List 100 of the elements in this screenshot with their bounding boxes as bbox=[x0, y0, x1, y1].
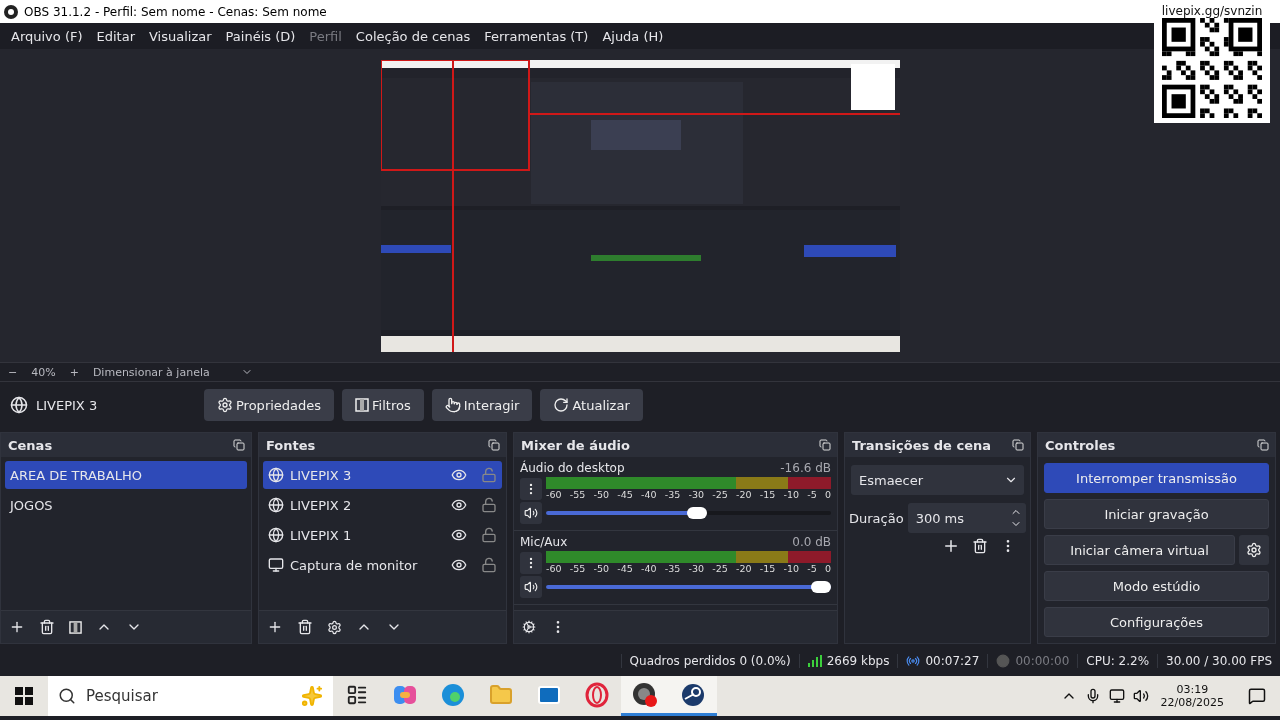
dropped-frames: Quadros perdidos 0 (0.0%) bbox=[620, 653, 799, 668]
globe-icon bbox=[268, 497, 284, 513]
globe-icon bbox=[268, 527, 284, 543]
panel-title: Cenas bbox=[8, 437, 53, 453]
eye-icon[interactable] bbox=[451, 467, 467, 483]
toolbar-button[interactable]: Propriedades bbox=[204, 389, 335, 421]
scale-label: -45 bbox=[617, 489, 633, 500]
control-button[interactable]: Iniciar câmera virtual bbox=[1044, 535, 1235, 565]
notifications-icon[interactable] bbox=[1248, 687, 1266, 705]
scale-label: -55 bbox=[569, 489, 586, 500]
float-icon[interactable] bbox=[1257, 439, 1269, 451]
more-button[interactable] bbox=[520, 477, 542, 500]
scene-item[interactable]: JOGOS bbox=[5, 491, 247, 519]
scale-label: -15 bbox=[759, 563, 776, 574]
slider-thumb[interactable] bbox=[687, 507, 708, 519]
toolbar-button[interactable]: Interagir bbox=[431, 389, 533, 421]
sparkle-icon bbox=[301, 685, 323, 707]
delete-icon[interactable] bbox=[297, 619, 313, 635]
scale-label: -10 bbox=[783, 563, 800, 574]
menu-item[interactable]: Ferramentas (T) bbox=[477, 28, 596, 44]
scale-label: -50 bbox=[593, 489, 610, 500]
toolbar-button[interactable]: Atualizar bbox=[540, 389, 643, 421]
menu-item[interactable]: Painéis (D) bbox=[218, 28, 303, 44]
float-icon[interactable] bbox=[1012, 439, 1024, 451]
source-name: LIVEPIX 3 bbox=[36, 397, 99, 413]
bitrate: 2669 kbps bbox=[826, 653, 890, 668]
window-title: OBS 31.1.2 - Perfil: Sem nome - Cenas: Sem nome bbox=[24, 4, 327, 19]
source-item[interactable]: LIVEPIX 2 bbox=[263, 491, 502, 519]
speaker-icon[interactable] bbox=[1132, 688, 1149, 704]
menu-item[interactable]: Editar bbox=[89, 28, 142, 44]
menu-item[interactable]: Visualizar bbox=[142, 28, 219, 44]
stream-time: 00:07:27 bbox=[925, 653, 980, 668]
globe-icon bbox=[10, 396, 28, 414]
zoom-in-button[interactable]: + bbox=[69, 365, 79, 379]
add-icon[interactable] bbox=[267, 619, 283, 635]
cpu-usage: CPU: 2.2% bbox=[1077, 653, 1158, 668]
overlay-url: livepix.gg/svnzin bbox=[1161, 4, 1263, 18]
folder-icon bbox=[489, 682, 513, 707]
menu-item[interactable]: Coleção de cenas bbox=[348, 28, 478, 44]
scale-label: -5 bbox=[807, 489, 817, 500]
menu-item[interactable]: Arquivo (F) bbox=[4, 28, 90, 44]
channel-name: Áudio do desktop bbox=[520, 461, 625, 475]
toolbar-button[interactable]: Filtros bbox=[342, 389, 424, 421]
broadcast-icon bbox=[906, 653, 921, 668]
filter-icon[interactable] bbox=[69, 620, 82, 634]
advanced-settings-icon[interactable] bbox=[522, 620, 536, 634]
add-icon[interactable] bbox=[9, 619, 25, 635]
eye-icon[interactable] bbox=[451, 557, 467, 573]
clock[interactable]: 03:19 22/08/2025 bbox=[1160, 683, 1224, 709]
scene-item[interactable]: AREA DE TRABALHO bbox=[5, 461, 247, 489]
unlock-icon[interactable] bbox=[481, 497, 497, 513]
gear-icon bbox=[217, 397, 233, 413]
transition-dropdown[interactable]: Esmaecer bbox=[851, 465, 1024, 495]
source-item[interactable]: LIVEPIX 1 bbox=[263, 521, 502, 549]
scale-label: -35 bbox=[664, 563, 681, 574]
zoom-mode-dropdown[interactable]: Dimensionar à janela bbox=[92, 365, 253, 379]
control-button[interactable]: Iniciar gravação bbox=[1044, 499, 1269, 529]
fps-reading: 30.00 / 30.00 FPS bbox=[1157, 653, 1280, 668]
control-button[interactable]: Modo estúdio bbox=[1044, 571, 1269, 601]
slider-thumb[interactable] bbox=[811, 581, 831, 593]
panel-title: Controles bbox=[1045, 437, 1116, 453]
scale-label: -55 bbox=[569, 563, 586, 574]
task-view-icon bbox=[346, 683, 368, 706]
scale-label: 0 bbox=[824, 489, 831, 500]
scale-label: 0 bbox=[824, 563, 831, 574]
unlock-icon[interactable] bbox=[481, 557, 497, 573]
control-button[interactable]: Interromper transmissão bbox=[1044, 463, 1269, 493]
add-icon[interactable] bbox=[942, 537, 960, 555]
more-button[interactable] bbox=[520, 551, 542, 574]
record-icon bbox=[996, 653, 1011, 668]
scale-label: -40 bbox=[641, 563, 657, 574]
float-icon[interactable] bbox=[819, 439, 831, 451]
float-icon[interactable] bbox=[488, 439, 500, 451]
source-label: Captura de monitor bbox=[290, 557, 419, 573]
network-icon[interactable] bbox=[1108, 688, 1125, 704]
control-button[interactable]: Configurações bbox=[1044, 607, 1269, 637]
filter-icon bbox=[355, 398, 370, 412]
mute-button[interactable] bbox=[520, 576, 542, 598]
eye-icon[interactable] bbox=[451, 497, 467, 513]
duration-field[interactable]: 300 ms bbox=[907, 503, 1026, 533]
taskbar-app[interactable] bbox=[669, 676, 717, 716]
taskbar-app[interactable] bbox=[621, 676, 669, 716]
delete-icon[interactable] bbox=[972, 538, 988, 554]
volume-reading: -16.6 dB bbox=[780, 461, 831, 475]
delete-icon[interactable] bbox=[39, 619, 55, 635]
source-item[interactable]: Captura de monitor bbox=[263, 551, 502, 579]
gear-icon bbox=[1246, 542, 1262, 558]
zoom-out-button[interactable]: − bbox=[8, 365, 18, 379]
float-icon[interactable] bbox=[233, 439, 245, 451]
search-field[interactable]: Pesquisar bbox=[48, 676, 333, 716]
source-item[interactable]: LIVEPIX 3 bbox=[263, 461, 502, 489]
gear-icon[interactable] bbox=[327, 619, 342, 635]
menu-item[interactable]: Ajuda (H) bbox=[595, 28, 671, 44]
speaker-icon bbox=[524, 506, 538, 520]
eye-icon[interactable] bbox=[451, 527, 467, 543]
mute-button[interactable] bbox=[520, 502, 542, 524]
unlock-icon[interactable] bbox=[481, 527, 497, 543]
app-logo-icon bbox=[4, 4, 18, 19]
settings-button[interactable] bbox=[1239, 535, 1269, 565]
globe-icon bbox=[268, 467, 284, 483]
